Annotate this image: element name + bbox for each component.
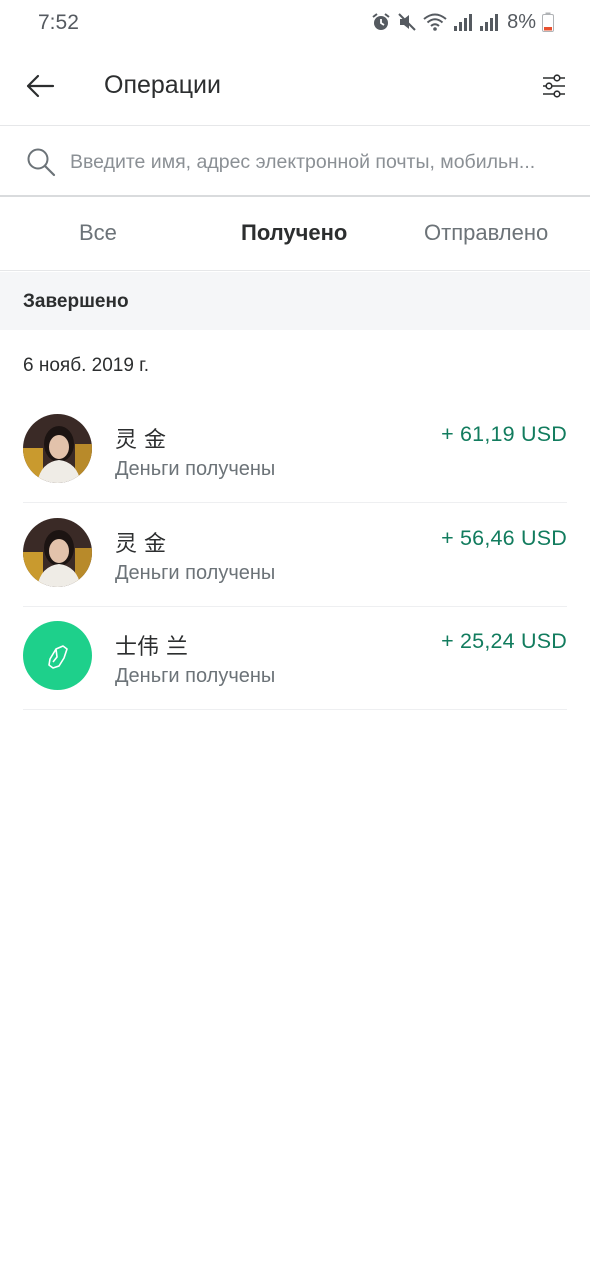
wifi-icon [423,13,447,31]
alarm-icon [372,13,390,30]
section-header: Завершено [0,272,590,330]
brand-icon [48,645,68,669]
status-icons: 8% [371,10,554,34]
date-label: 6 нояб. 2019 г. [23,355,150,376]
search-bar [0,127,590,197]
battery-low-icon [542,12,554,32]
tab-all[interactable]: Все [79,220,117,246]
arrow-left-icon [26,74,55,98]
transaction-amount: + 25,24 USD [441,629,567,653]
avatar [23,414,92,483]
sliders-icon [543,74,565,98]
signal-icon [480,14,499,31]
transaction-row[interactable]: 士伟 兰 Деньги получены + 25,24 USD [23,607,567,710]
app-bar: Операции [0,46,590,126]
status-time: 7:52 [38,11,79,34]
tab-received[interactable]: Получено [241,220,347,246]
transaction-row[interactable]: 灵 金 Деньги получены + 61,19 USD [23,400,567,503]
transaction-status: Деньги получены [115,665,276,687]
transaction-name: 灵 金 [115,428,166,453]
section-title: Завершено [23,291,129,312]
transaction-amount: + 61,19 USD [441,422,567,446]
battery-percent: 8% [507,10,536,33]
mute-icon [398,13,416,31]
status-bar: 7:52 8% [0,0,590,46]
transaction-status: Деньги получены [115,458,276,480]
avatar [23,621,92,690]
transaction-row[interactable]: 灵 金 Деньги получены + 56,46 USD [23,504,567,607]
search-icon [27,148,56,177]
transaction-amount: + 56,46 USD [441,526,567,550]
filter-button[interactable] [532,64,576,108]
transaction-status: Деньги получены [115,562,276,584]
back-button[interactable] [18,66,62,106]
search-input[interactable] [70,146,582,178]
tab-sent[interactable]: Отправлено [424,220,548,246]
transaction-name: 灵 金 [115,532,166,557]
tab-bar: Все Получено Отправлено [0,198,590,271]
page-title: Операции [104,71,221,99]
signal-icon [454,14,473,31]
transaction-name: 士伟 兰 [115,635,188,660]
avatar [23,518,92,587]
